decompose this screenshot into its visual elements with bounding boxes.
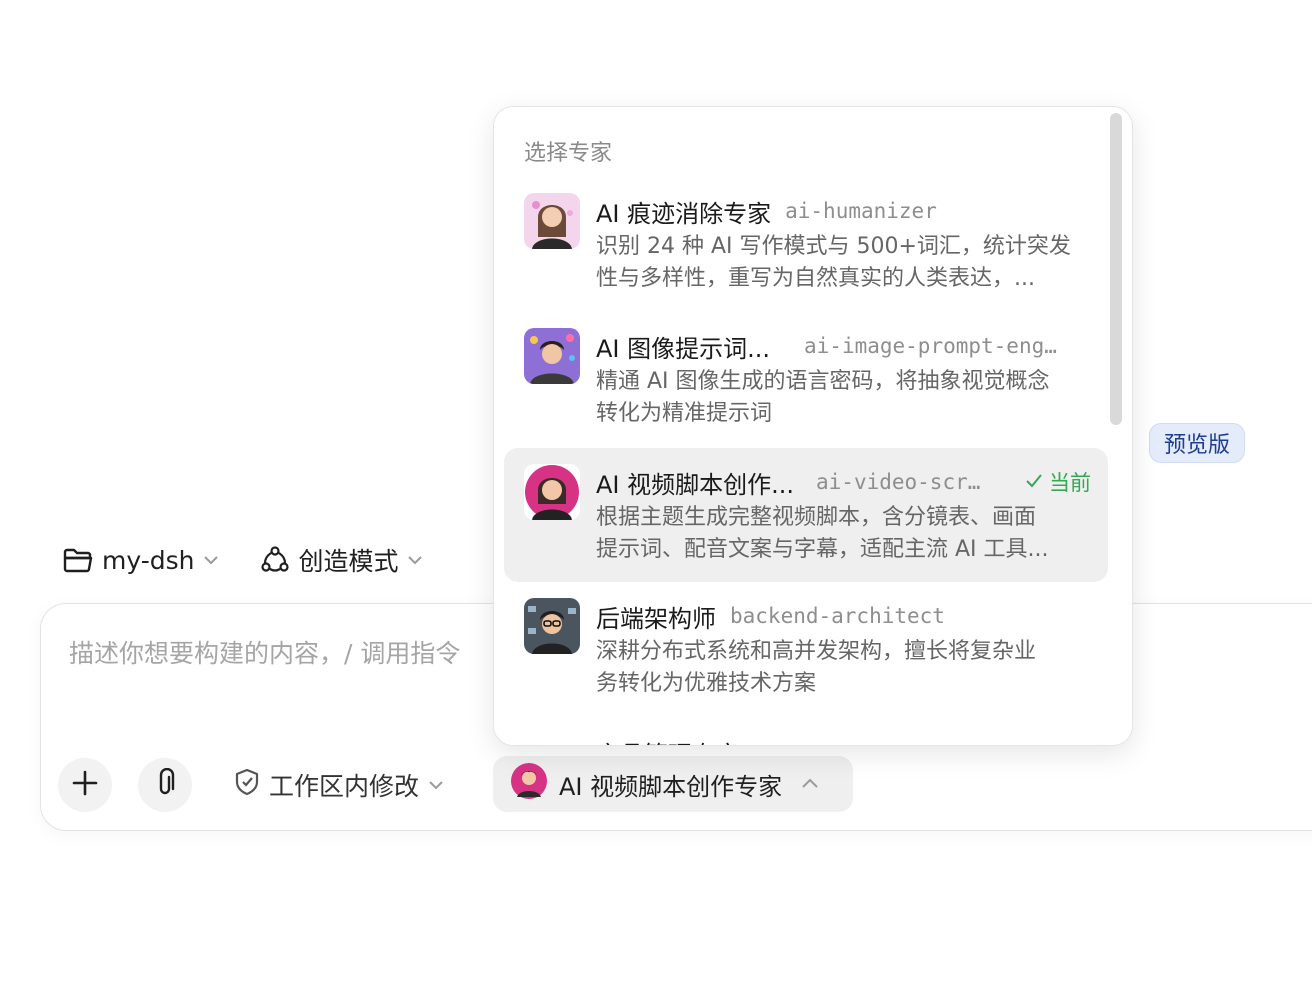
expert-item-header: AI 视频脚本创作... ai-video-scr… 当前 bbox=[596, 464, 1091, 500]
expert-avatar bbox=[524, 464, 580, 520]
folder-label: my-dsh bbox=[102, 545, 195, 575]
expert-description: 深耕分布式系统和高并发架构，擅长将复杂业 务转化为优雅技术方案 bbox=[596, 636, 1086, 700]
expert-item-partial[interactable]: 产品管理专家 bbox=[596, 735, 740, 745]
permission-label: 工作区内修改 bbox=[269, 772, 420, 801]
expert-item-header: AI 图像提示词... ai-image-prompt-eng… bbox=[596, 328, 1091, 364]
shield-edit-icon bbox=[233, 767, 261, 803]
check-icon bbox=[1025, 470, 1043, 494]
plus-icon bbox=[72, 770, 98, 800]
dropdown-title: 选择专家 bbox=[524, 141, 613, 166]
current-tag: 当前 bbox=[1025, 467, 1091, 497]
expert-avatar bbox=[524, 598, 580, 654]
preview-badge: 预览版 bbox=[1149, 423, 1246, 463]
expert-avatar bbox=[524, 328, 580, 384]
expert-avatar bbox=[511, 763, 547, 805]
prompt-input[interactable]: 描述你想要构建的内容，/ 调用指令 bbox=[69, 634, 460, 670]
chevron-down-icon bbox=[406, 551, 424, 569]
expert-item-ai-image-prompt[interactable]: AI 图像提示词... ai-image-prompt-eng… 精通 AI 图… bbox=[504, 328, 1108, 462]
expert-description: 根据主题生成完整视频脚本，含分镜表、画面 提示词、配音文案与字幕，适配主流 AI… bbox=[596, 502, 1086, 566]
expert-name: AI 痕迹消除专家 bbox=[596, 199, 772, 228]
expert-name: 后端架构师 bbox=[596, 604, 716, 633]
add-button[interactable] bbox=[58, 758, 112, 812]
expert-selector[interactable]: AI 视频脚本创作专家 bbox=[493, 756, 853, 812]
expert-item-header: AI 痕迹消除专家 ai-humanizer bbox=[596, 193, 1091, 229]
mode-label: 创造模式 bbox=[298, 547, 399, 576]
folder-icon bbox=[62, 546, 94, 574]
expert-description: 识别 24 种 AI 写作模式与 500+词汇，统计突发 性与多样性，重写为自然… bbox=[596, 231, 1086, 295]
scrollbar[interactable] bbox=[1110, 113, 1122, 425]
desc-line: 性与多样性，重写为自然真实的人类表达，... bbox=[596, 266, 1035, 291]
paperclip-icon bbox=[153, 767, 177, 802]
expert-slug: ai-humanizer bbox=[785, 199, 937, 223]
expert-description: 精通 AI 图像生成的语言密码，将抽象视觉概念 转化为精准提示词 bbox=[596, 366, 1086, 430]
expert-avatar bbox=[524, 193, 580, 249]
desc-line: 务转化为优雅技术方案 bbox=[596, 671, 817, 696]
mode-icon bbox=[260, 545, 290, 575]
desc-line: 深耕分布式系统和高并发架构，擅长将复杂业 bbox=[596, 639, 1037, 664]
context-bar: my-dsh 创造模式 bbox=[62, 538, 424, 582]
expert-item-backend-architect[interactable]: 后端架构师 backend-architect 深耕分布式系统和高并发架构，擅长… bbox=[504, 598, 1108, 732]
expert-name: AI 图像提示词... bbox=[596, 334, 771, 363]
permission-selector[interactable]: 工作区内修改 bbox=[233, 767, 445, 803]
desc-line: 精通 AI 图像生成的语言密码，将抽象视觉概念 bbox=[596, 369, 1050, 394]
expert-slug: ai-image-prompt-eng… bbox=[804, 334, 1057, 358]
expert-dropdown: 选择专家 AI 痕迹消除专家 ai-humanizer 识别 24 种 AI 写… bbox=[493, 106, 1133, 746]
expert-slug: backend-architect bbox=[730, 604, 945, 628]
expert-item-header: 后端架构师 backend-architect bbox=[596, 598, 1091, 634]
expert-item-ai-humanizer[interactable]: AI 痕迹消除专家 ai-humanizer 识别 24 种 AI 写作模式与 … bbox=[504, 193, 1108, 327]
desc-line: 转化为精准提示词 bbox=[596, 401, 773, 426]
current-label: 当前 bbox=[1049, 471, 1091, 495]
expert-item-ai-video-script[interactable]: AI 视频脚本创作... ai-video-scr… 当前 根据主题生成完整视频… bbox=[504, 448, 1108, 582]
expert-slug: ai-video-scr… bbox=[816, 470, 981, 494]
chevron-down-icon bbox=[202, 551, 220, 569]
chevron-down-icon bbox=[427, 776, 445, 794]
folder-selector[interactable]: my-dsh bbox=[62, 546, 220, 575]
desc-line: 提示词、配音文案与字幕，适配主流 AI 工具... bbox=[596, 537, 1049, 562]
chevron-up-icon bbox=[800, 775, 818, 793]
attach-button[interactable] bbox=[138, 758, 192, 812]
mode-selector[interactable]: 创造模式 bbox=[260, 542, 424, 578]
desc-line: 识别 24 种 AI 写作模式与 500+词汇，统计突发 bbox=[596, 234, 1071, 259]
expert-label: AI 视频脚本创作专家 bbox=[559, 772, 783, 801]
expert-name: AI 视频脚本创作... bbox=[596, 470, 795, 499]
desc-line: 根据主题生成完整视频脚本，含分镜表、画面 bbox=[596, 505, 1037, 530]
